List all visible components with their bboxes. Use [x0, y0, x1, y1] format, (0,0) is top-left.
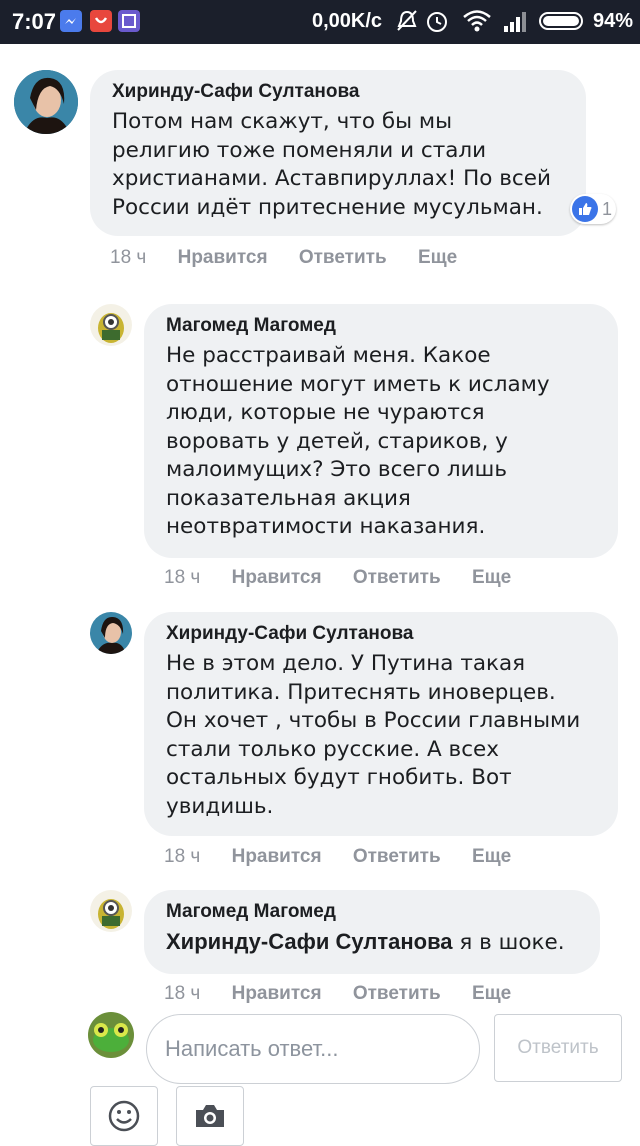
mute-icon — [397, 10, 417, 31]
comment-actions: 18 ч Нравится Ответить Еще — [164, 567, 537, 589]
reaction-count[interactable]: 1 — [570, 194, 617, 224]
emoji-button[interactable] — [90, 1086, 158, 1146]
avatar[interactable] — [90, 304, 132, 346]
reply-button[interactable]: Ответить — [299, 247, 387, 269]
like-button[interactable]: Нравится — [178, 247, 268, 269]
reply-button[interactable]: Ответить — [353, 567, 441, 589]
app-icon — [90, 10, 112, 32]
gallery-icon — [118, 10, 140, 32]
messenger-icon — [60, 10, 82, 32]
comment-bubble[interactable]: Хиринду-Сафи Султанова Не в этом дело. У… — [144, 612, 618, 836]
avatar[interactable] — [14, 70, 78, 134]
reply-button[interactable]: Ответить — [353, 983, 441, 1005]
battery-level: 94% — [593, 10, 634, 32]
comment-text: Хиринду-Сафи Султанова я в шоке. — [166, 929, 565, 955]
reply-input[interactable]: Написать ответ... — [146, 1014, 480, 1084]
like-button[interactable]: Нравится — [232, 983, 322, 1005]
more-button[interactable]: Еще — [472, 846, 511, 868]
more-button[interactable]: Еще — [418, 247, 457, 269]
comment-bubble[interactable]: Хиринду-Сафи Султанова Потом нам скажут,… — [90, 70, 586, 236]
network-speed: 0,00K/c — [312, 10, 383, 32]
comment-actions: 18 ч Нравится Ответить Еще — [110, 247, 483, 269]
comment-bubble[interactable]: Магомед Магомед Хиринду-Сафи Султанова я… — [144, 890, 600, 974]
status-bar: 7:07 0,00K/c 94% — [0, 0, 640, 44]
current-user-avatar — [88, 1012, 134, 1058]
emoji-icon — [108, 1100, 140, 1132]
like-button[interactable]: Нравится — [232, 567, 322, 589]
comment-author[interactable]: Хиринду-Сафи Султанова — [112, 80, 564, 104]
camera-button[interactable] — [176, 1086, 244, 1146]
comment-time: 18 ч — [164, 846, 201, 867]
more-button[interactable]: Еще — [472, 983, 511, 1005]
battery-icon — [539, 12, 583, 30]
like-icon — [572, 196, 598, 222]
comment-actions: 18 ч Нравится Ответить Еще — [164, 846, 537, 868]
comment-text: Не в этом дело. У Путина такая политика.… — [166, 651, 581, 819]
submit-reply-button[interactable]: Ответить — [494, 1014, 622, 1082]
wifi-icon — [463, 10, 491, 32]
camera-icon — [196, 1105, 224, 1127]
avatar[interactable] — [90, 890, 132, 932]
comment-time: 18 ч — [164, 983, 201, 1004]
like-button[interactable]: Нравится — [232, 846, 322, 868]
mention-link[interactable]: Хиринду-Сафи Султанова — [166, 929, 453, 954]
more-button[interactable]: Еще — [472, 567, 511, 589]
comment-bubble[interactable]: Магомед Магомед Не расстраивай меня. Как… — [144, 304, 618, 558]
reply-button[interactable]: Ответить — [353, 846, 441, 868]
alarm-icon — [427, 12, 447, 32]
comment-author[interactable]: Хиринду-Сафи Султанова — [166, 622, 596, 646]
comment-actions: 18 ч Нравится Ответить Еще — [164, 983, 537, 1005]
status-time: 7:07 — [12, 9, 57, 34]
comment-author[interactable]: Магомед Магомед — [166, 314, 596, 338]
reply-placeholder: Написать ответ... — [165, 1036, 339, 1061]
signal-icon — [504, 12, 526, 32]
comment-author[interactable]: Магомед Магомед — [166, 900, 578, 924]
comment-text: Не расстраивай меня. Какое отношение мог… — [166, 343, 550, 539]
comment-time: 18 ч — [110, 247, 147, 268]
comment-time: 18 ч — [164, 567, 201, 588]
comment-text: Потом нам скажут, что бы мы религию тоже… — [112, 109, 551, 220]
avatar[interactable] — [90, 612, 132, 654]
